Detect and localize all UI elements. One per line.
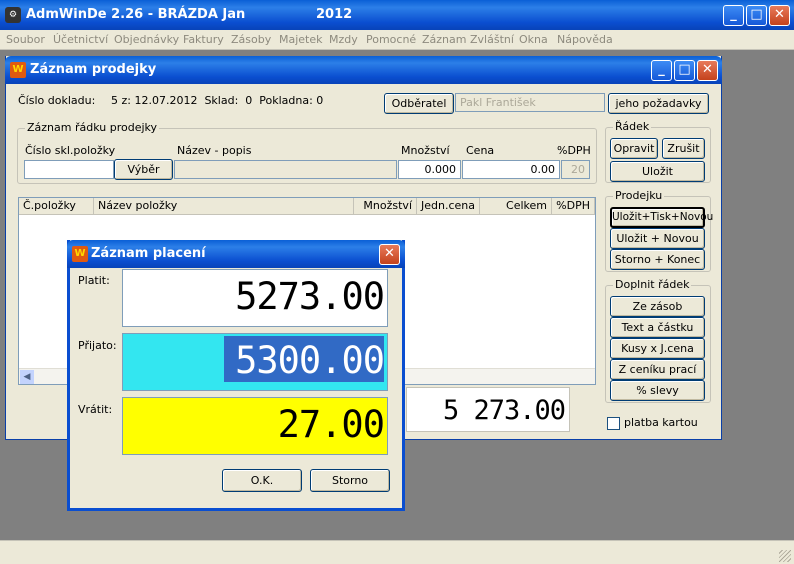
doc-label: Číslo dokladu: [18,94,96,107]
payment-dialog-title-bar[interactable]: W Záznam placení ✕ [67,240,405,268]
save-print-new-button[interactable]: Uložit+Tisk+Novou [610,207,713,228]
cancel-button[interactable]: Storno [310,469,390,492]
text-amount-button[interactable]: Text a částku [610,317,705,338]
window-logo-icon: W [10,62,26,78]
grid-header-item[interactable]: Č.položky [19,198,94,215]
received-field[interactable]: 5300.00 [122,333,388,391]
pay-label: Platit: [78,274,110,287]
maximize-icon[interactable]: □ [746,5,767,26]
menu-zaznam[interactable]: Záznam [422,33,466,46]
customer-field[interactable]: Pakl František [455,93,605,112]
pay-value: 5273.00 [235,275,385,318]
menu-objednavky[interactable]: Objednávky [114,33,179,46]
col-price-label: Cena [466,144,495,157]
window-minimize-icon[interactable]: _ [651,60,672,81]
requests-button[interactable]: jeho požadavky [608,93,709,114]
card-payment-checkbox[interactable] [607,417,620,430]
window-close-icon[interactable]: ✕ [697,60,718,81]
dialog-close-icon[interactable]: ✕ [379,244,400,265]
edit-row-button[interactable]: Opravit [610,138,658,159]
app-title: AdmWinDe 2.26 - BRÁZDA Jan [26,7,246,22]
line-group-title: Záznam řádku prodejky [25,121,160,134]
minimize-icon[interactable]: _ [723,5,744,26]
payment-dialog-title: Záznam placení [91,246,206,261]
col-qty-label: Množství [401,144,450,157]
col-vat-label: %DPH [557,144,591,157]
menu-ucetnictvi[interactable]: Účetnictví [53,33,108,46]
row-group-title: Řádek [613,120,652,133]
receipt-group-title: Prodejku [613,189,665,202]
pay-field: 5273.00 [122,269,388,327]
app-logo-icon: ⚙ [5,7,21,23]
save-new-button[interactable]: Uložit + Novou [610,228,705,249]
menu-mzdy[interactable]: Mzdy [329,33,358,46]
from-stock-button[interactable]: Ze zásob [610,296,705,317]
cancel-end-button[interactable]: Storno + Konec [610,249,705,270]
customer-button[interactable]: Odběratel [384,93,454,114]
menu-zasoby[interactable]: Zásoby [231,33,271,46]
vat-input[interactable]: 20 [561,160,590,179]
grid-header-vat[interactable]: %DPH [552,198,595,215]
col-item-label: Číslo skl.položky [25,144,116,157]
record-window-title-bar[interactable]: W Záznam prodejky _ □ ✕ [5,56,722,84]
qty-input[interactable]: 0.000 [398,160,461,179]
status-bar [0,540,794,564]
window-maximize-icon[interactable]: □ [674,60,695,81]
app-title-bar[interactable]: ⚙ AdmWinDe 2.26 - BRÁZDA Jan 2012 _ □ ✕ [0,0,794,30]
total-value: 5 273.00 [442,395,566,426]
menu-napoveda[interactable]: Nápověda [557,33,613,46]
dialog-logo-icon: W [72,246,88,262]
menu-bar: Soubor Účetnictví Objednávky Faktury Zás… [0,30,794,50]
total-field: 5 273.00 [406,387,570,432]
col-name-label: Název - popis [177,144,252,157]
menu-zvlastni[interactable]: Zvláštní [470,33,514,46]
record-window-title: Záznam prodejky [30,62,157,77]
payment-dialog: W Záznam placení ✕ Platit: 5273.00 Přija… [67,240,405,511]
select-button[interactable]: Výběr [114,159,173,180]
return-field: 27.00 [122,397,388,455]
item-name-input[interactable] [174,160,397,179]
cancel-row-button[interactable]: Zrušit [662,138,705,159]
received-label: Přijato: [78,339,117,352]
return-label: Vrátit: [78,403,113,416]
fill-group-title: Doplnit řádek [613,278,692,291]
menu-majetek[interactable]: Majetek [279,33,323,46]
ok-button[interactable]: O.K. [222,469,302,492]
scroll-left-icon[interactable]: ◀ [20,370,34,384]
doc-value: 5 z: 12.07.2012 Sklad: 0 Pokladna: 0 [111,94,324,107]
menu-pomocne[interactable]: Pomocné [366,33,416,46]
menu-faktury[interactable]: Faktury [183,33,224,46]
grid-header-unit-price[interactable]: Jedn.cena [417,198,480,215]
save-row-button[interactable]: Uložit [610,161,705,182]
return-value: 27.00 [277,403,385,446]
card-payment-label: platba kartou [624,416,698,429]
app-year: 2012 [316,7,353,22]
item-number-input[interactable] [24,160,114,179]
price-input[interactable]: 0.00 [462,160,560,179]
grid-header-total[interactable]: Celkem [480,198,552,215]
menu-soubor[interactable]: Soubor [6,33,45,46]
discount-button[interactable]: % slevy [610,380,705,401]
resize-grip-icon[interactable] [779,550,791,562]
menu-okna[interactable]: Okna [519,33,548,46]
grid-header-qty[interactable]: Množství [354,198,417,215]
grid-header-name[interactable]: Název položky [94,198,354,215]
price-list-button[interactable]: Z ceníku prací [610,359,705,380]
received-value: 5300.00 [235,339,385,382]
pieces-price-button[interactable]: Kusy x J.cena [610,338,705,359]
close-icon[interactable]: ✕ [769,5,790,26]
